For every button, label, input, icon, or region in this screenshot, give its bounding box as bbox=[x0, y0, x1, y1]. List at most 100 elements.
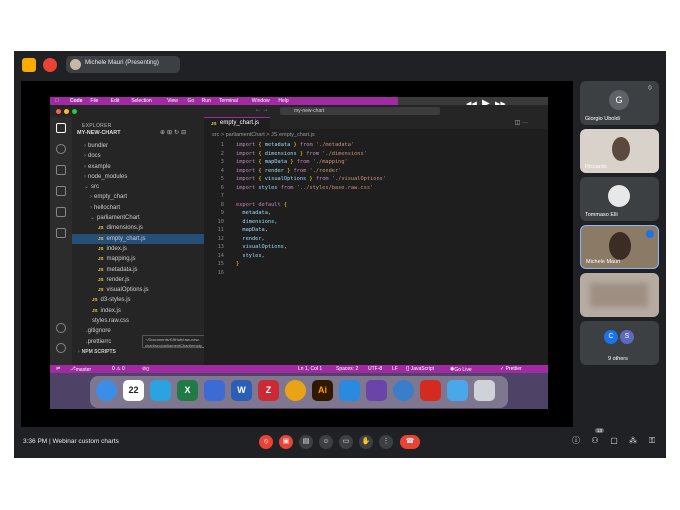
code-line[interactable]: 16 bbox=[204, 269, 548, 278]
tree-item[interactable]: JS dimensions.js bbox=[72, 223, 204, 233]
account-icon[interactable] bbox=[56, 323, 66, 333]
encoding-status[interactable]: UTF-8 bbox=[368, 366, 382, 372]
vscode-icon[interactable] bbox=[339, 380, 360, 401]
finder-icon[interactable] bbox=[96, 380, 117, 401]
tree-item[interactable]: › NPM SCRIPTS bbox=[72, 347, 204, 357]
menu-item[interactable]: Help bbox=[278, 98, 288, 104]
participant-tile[interactable]: G ⦸ Giorgio Uboldi bbox=[580, 81, 659, 125]
code-line[interactable]: 2 import { dimensions } from './dimension… bbox=[204, 150, 548, 159]
language-status[interactable]: {} JavaScript bbox=[406, 366, 434, 372]
nav-arrows-icon[interactable]: ← → bbox=[255, 107, 269, 113]
branch-status[interactable]: ⎇ master bbox=[70, 366, 91, 373]
code-line[interactable]: 9 metadata, bbox=[204, 209, 548, 218]
record-icon[interactable] bbox=[43, 58, 57, 72]
cursor-position[interactable]: Ln 1, Col 1 bbox=[298, 366, 322, 372]
menu-item[interactable]: Go bbox=[188, 98, 195, 104]
tab-empty-chart[interactable]: JS empty_chart.js bbox=[204, 117, 270, 129]
files-icon[interactable] bbox=[56, 123, 66, 133]
tree-item[interactable]: JS visualOptions.js bbox=[72, 285, 204, 295]
indent-status[interactable]: Spaces: 2 bbox=[336, 366, 358, 372]
menu-item[interactable]: Terminal bbox=[219, 98, 238, 104]
extensions-icon[interactable] bbox=[56, 207, 66, 217]
problems-status[interactable]: 0 ⚠ 0 bbox=[112, 366, 125, 372]
illustrator-icon[interactable]: Ai bbox=[312, 380, 333, 401]
tree-item[interactable]: ⌄ parliamentChart bbox=[72, 213, 204, 223]
code-line[interactable]: 5 import { visualOptions } from './visual… bbox=[204, 175, 548, 184]
source-control-icon[interactable] bbox=[56, 165, 66, 175]
participant-tile-others[interactable]: C S 9 others bbox=[580, 321, 659, 365]
present-button[interactable]: ▭ bbox=[339, 435, 353, 449]
camera-off-button[interactable]: ▣ bbox=[279, 435, 293, 449]
golive-status[interactable]: ◉ Go Live bbox=[450, 366, 472, 373]
chat-icon[interactable]: ▢ bbox=[608, 435, 620, 447]
project-name[interactable]: MY-NEW-CHART bbox=[77, 130, 121, 136]
tree-item[interactable]: › example bbox=[72, 162, 204, 172]
captions-button[interactable]: ▤ bbox=[299, 435, 313, 449]
calendar-icon[interactable]: 22 bbox=[123, 380, 144, 401]
hand-raise-icon[interactable] bbox=[22, 58, 36, 72]
tree-item[interactable]: JS index.js bbox=[72, 306, 204, 316]
code-line[interactable]: 6 import styles from '../styles/base.raw.… bbox=[204, 184, 548, 193]
tree-item[interactable]: JS mapping.js bbox=[72, 254, 204, 264]
menu-item[interactable]: Run bbox=[202, 98, 211, 104]
code-line[interactable]: 13 visualOptions, bbox=[204, 243, 548, 252]
code-line[interactable]: 15} bbox=[204, 260, 548, 269]
code-line[interactable]: 11 mapData, bbox=[204, 226, 548, 235]
tree-item[interactable]: JS d3-styles.js bbox=[72, 295, 204, 305]
prettier-status[interactable]: ✓ Prettier bbox=[500, 366, 522, 372]
apple-icon[interactable]:  bbox=[55, 98, 59, 104]
folder-icon[interactable] bbox=[447, 380, 468, 401]
mic-off-button[interactable]: ⦸ bbox=[259, 435, 273, 449]
code-line[interactable]: 8 export default { bbox=[204, 201, 548, 210]
tree-item[interactable]: styles.raw.css bbox=[72, 316, 204, 326]
menu-item[interactable]: Selection bbox=[131, 98, 152, 104]
chrome-icon[interactable] bbox=[285, 380, 306, 401]
tree-item[interactable]: JS metadata.js bbox=[72, 265, 204, 275]
keynote-icon[interactable] bbox=[204, 380, 225, 401]
gear-icon[interactable] bbox=[56, 343, 66, 353]
remote-icon[interactable] bbox=[56, 228, 66, 238]
menu-item[interactable]: Edit bbox=[111, 98, 120, 104]
warnings-status[interactable]: ⊘ 0 bbox=[142, 366, 149, 373]
raise-hand-button[interactable]: ✋ bbox=[359, 435, 373, 449]
code-line[interactable]: 4 import { render } from './render' bbox=[204, 167, 548, 176]
tree-item[interactable]: › node_modules bbox=[72, 172, 204, 182]
code-line[interactable]: 1 import { metadata } from './metadata' bbox=[204, 141, 548, 150]
split-editor-icon[interactable]: ◫ ··· bbox=[515, 119, 528, 126]
tree-item[interactable]: › hellochart bbox=[72, 203, 204, 213]
eol-status[interactable]: LF bbox=[392, 366, 398, 372]
code-line[interactable]: 10 dimensions, bbox=[204, 218, 548, 227]
zoom-dot[interactable] bbox=[72, 109, 77, 114]
menu-item[interactable]: Code bbox=[70, 98, 83, 104]
emoji-button[interactable]: ☺ bbox=[319, 435, 333, 449]
participant-tile[interactable] bbox=[580, 273, 659, 317]
run-debug-icon[interactable] bbox=[56, 186, 66, 196]
tree-item[interactable]: JS render.js bbox=[72, 275, 204, 285]
info-icon[interactable]: ⓘ bbox=[570, 435, 582, 447]
presenter-chip[interactable]: Michele Mauri (Presenting) bbox=[66, 56, 180, 73]
tree-item[interactable]: JS index.js bbox=[72, 244, 204, 254]
excel-icon[interactable]: X bbox=[177, 380, 198, 401]
menu-item[interactable]: View bbox=[167, 98, 178, 104]
quicktime-icon[interactable] bbox=[393, 380, 414, 401]
minimize-dot[interactable] bbox=[64, 109, 69, 114]
code-area[interactable]: 1 import { metadata } from './metadata' 2 i… bbox=[204, 141, 548, 277]
trash-icon[interactable] bbox=[474, 380, 495, 401]
tree-item[interactable]: ⌄ src bbox=[72, 182, 204, 192]
close-dot[interactable] bbox=[56, 109, 61, 114]
code-line[interactable]: 12 render, bbox=[204, 235, 548, 244]
menu-item[interactable]: File bbox=[90, 98, 98, 104]
tree-item[interactable]: › bundler bbox=[72, 141, 204, 151]
more-options-button[interactable]: ⋮ bbox=[379, 435, 393, 449]
explorer-actions-icon[interactable]: ⊕⊞↻⊟ bbox=[160, 129, 188, 136]
code-line[interactable]: 7 bbox=[204, 192, 548, 201]
code-line[interactable]: 3 import { mapData } from './mapping' bbox=[204, 158, 548, 167]
tree-item[interactable]: › docs bbox=[72, 151, 204, 161]
menu-item[interactable]: Window bbox=[252, 98, 270, 104]
end-call-button[interactable]: ☎ bbox=[400, 435, 420, 449]
remote-indicator-icon[interactable]: ⇌ bbox=[56, 366, 60, 372]
command-center[interactable]: my-new-chart bbox=[280, 107, 440, 115]
word-icon[interactable]: W bbox=[231, 380, 252, 401]
search-icon[interactable] bbox=[56, 144, 66, 154]
code-line[interactable]: 14 styles, bbox=[204, 252, 548, 261]
